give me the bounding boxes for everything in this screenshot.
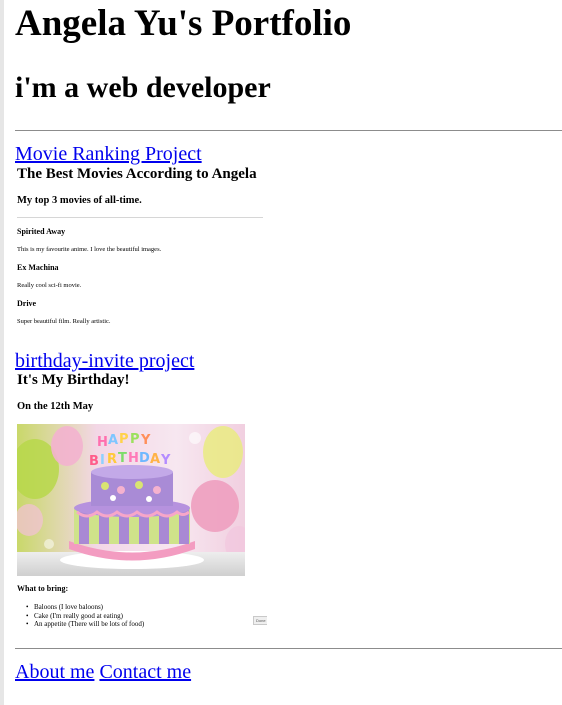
svg-text:A: A: [150, 452, 160, 467]
page-subtitle: i'm a web developer: [15, 71, 271, 104]
page-title: Angela Yu's Portfolio: [15, 3, 352, 44]
birthday-date: On the 12th May: [17, 401, 94, 412]
movie-description: This is my favourite anime. I love the b…: [17, 246, 162, 253]
footer-nav: About me Contact me: [15, 661, 196, 684]
movie-divider: [17, 217, 263, 218]
svg-text:Y: Y: [160, 453, 171, 468]
movie-title: Drive: [17, 299, 37, 308]
svg-text:P: P: [119, 432, 129, 447]
svg-text:A: A: [108, 433, 118, 448]
svg-text:H: H: [128, 451, 139, 466]
birthday-project-embed: It's My Birthday! On the 12th May H A P …: [17, 372, 267, 634]
movie-project-embed: The Best Movies According to Angela My t…: [17, 166, 267, 331]
svg-text:P: P: [130, 432, 140, 447]
list-item: An appetite (There will be lots of food): [17, 620, 144, 629]
small-button[interactable]: Done: [253, 616, 267, 625]
movie-title: Spirited Away: [17, 227, 66, 236]
movie-description: Super beautiful film. Really artistic.: [17, 318, 111, 325]
list-item: Cake (I'm really good at eating): [17, 612, 144, 621]
birthday-cake-image: H A P P Y B I R T H D A Y: [17, 424, 245, 576]
svg-text:D: D: [139, 451, 150, 466]
movie-heading: The Best Movies According to Angela: [17, 166, 257, 182]
divider-top: [15, 130, 562, 131]
what-to-bring-heading: What to bring:: [17, 584, 69, 593]
svg-text:R: R: [107, 452, 117, 467]
left-edge: [0, 0, 4, 705]
movie-title: Ex Machina: [17, 263, 59, 272]
divider-bottom: [15, 648, 562, 649]
movie-description: Really cool sci-fi movie.: [17, 282, 82, 289]
svg-text:H: H: [97, 435, 108, 450]
contact-me-link[interactable]: Contact me: [99, 661, 191, 683]
birthday-heading: It's My Birthday!: [17, 372, 130, 388]
movie-subheading: My top 3 movies of all-time.: [17, 195, 142, 206]
movie-project-link[interactable]: Movie Ranking Project: [15, 143, 202, 166]
about-me-link[interactable]: About me: [15, 661, 94, 683]
birthday-project-link[interactable]: birthday-invite project: [15, 350, 194, 373]
svg-text:T: T: [118, 451, 127, 466]
svg-text:I: I: [100, 453, 105, 468]
list-item: Baloons (I love baloons): [17, 603, 144, 612]
svg-text:B: B: [89, 454, 99, 469]
bring-list: Baloons (I love baloons) Cake (I'm reall…: [17, 603, 144, 629]
svg-text:Y: Y: [140, 433, 151, 448]
